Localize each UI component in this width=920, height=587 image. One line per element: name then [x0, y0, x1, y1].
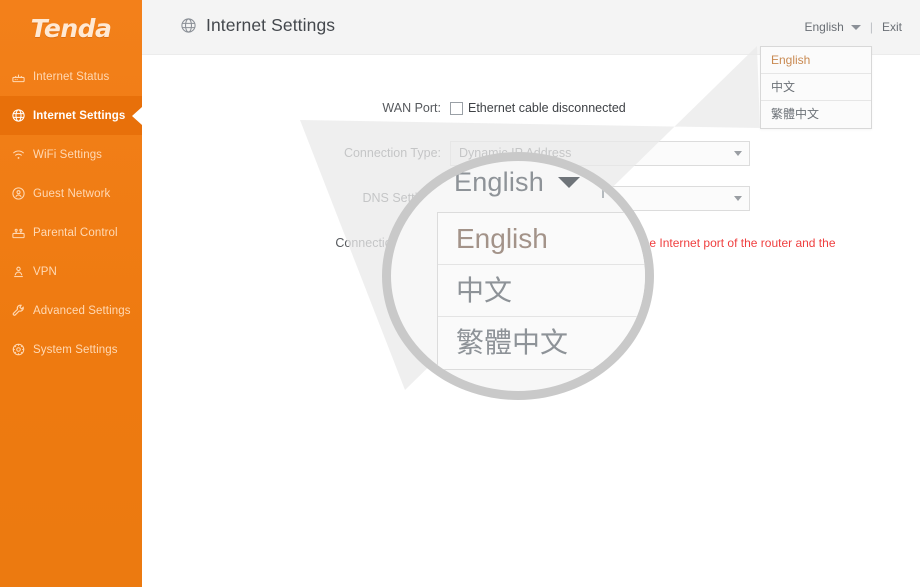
exit-label-fragment [625, 191, 630, 195]
chevron-down-icon[interactable] [850, 24, 861, 30]
guest-network-icon [10, 185, 27, 202]
ethernet-port-icon [450, 101, 463, 115]
sidebar-item-label: Internet Settings [33, 109, 126, 122]
sidebar-item-wifi-settings[interactable]: WiFi Settings [0, 135, 142, 174]
magnified-language-option-english[interactable]: English [438, 213, 645, 265]
exit-button[interactable]: Exit [882, 20, 902, 34]
magnified-language-dropdown[interactable]: English 中文 繁體中文 [437, 212, 645, 370]
magnified-language-current: English [454, 167, 544, 197]
sidebar-item-label: Guest Network [33, 187, 111, 200]
sidebar-item-label: System Settings [33, 343, 118, 356]
page-title-group: Internet Settings [180, 15, 335, 36]
gear-icon [10, 341, 27, 358]
sidebar-item-internet-settings[interactable]: Internet Settings [0, 96, 142, 135]
language-dropdown-menu[interactable]: English 中文 繁體中文 [760, 46, 872, 129]
chevron-down-icon[interactable] [557, 177, 580, 188]
connection-type-label: Connection Type: [343, 146, 441, 160]
language-selector[interactable]: English [805, 20, 844, 34]
chevron-down-icon[interactable] [734, 151, 742, 156]
page-title: Internet Settings [206, 15, 336, 35]
sidebar-item-advanced-settings[interactable]: Advanced Settings [0, 291, 142, 330]
sidebar-item-vpn[interactable]: VPN [0, 252, 142, 291]
sidebar-item-label: Parental Control [33, 226, 118, 239]
sidebar-item-guest-network[interactable]: Guest Network [0, 174, 142, 213]
top-right-controls: English | Exit [805, 20, 903, 34]
sidebar-item-parental-control[interactable]: Parental Control [0, 213, 142, 252]
magnified-language-option-chinese-traditional[interactable]: 繁體中文 [438, 317, 645, 369]
magnified-language-selector[interactable]: English [454, 167, 630, 198]
wan-port-value-group: Ethernet cable disconnected [450, 101, 626, 115]
magnified-language-option-chinese-simplified[interactable]: 中文 [438, 265, 645, 317]
globe-icon [180, 17, 197, 34]
wifi-icon [10, 146, 27, 163]
router-icon [10, 68, 27, 85]
sidebar: Tenda Internet Status Internet Settings … [0, 0, 142, 587]
globe-icon [10, 107, 27, 124]
magnifier-content: English English 中文 繁體中文 [391, 161, 645, 391]
sidebar-item-internet-status[interactable]: Internet Status [0, 57, 142, 96]
separator [601, 167, 604, 198]
separator: | [869, 20, 873, 34]
brand-logo: Tenda [30, 14, 112, 43]
vpn-icon [10, 263, 27, 280]
sidebar-item-label: WiFi Settings [33, 148, 103, 161]
sidebar-item-system-settings[interactable]: System Settings [0, 330, 142, 369]
magnifier-overlay: English English 中文 繁體中文 [382, 152, 654, 400]
wrench-icon [10, 302, 27, 319]
wan-port-label: WAN Port: [382, 101, 441, 115]
chevron-down-icon[interactable] [734, 196, 742, 201]
sidebar-item-label: Advanced Settings [33, 304, 131, 317]
language-option-english[interactable]: English [761, 47, 871, 74]
parental-control-icon [10, 224, 27, 241]
sidebar-item-label: VPN [33, 265, 57, 278]
language-option-chinese-simplified[interactable]: 中文 [761, 74, 871, 101]
sidebar-item-label: Internet Status [33, 70, 110, 83]
language-option-chinese-traditional[interactable]: 繁體中文 [761, 101, 871, 128]
wan-port-status-text: Ethernet cable disconnected [468, 101, 626, 115]
top-bar: Internet Settings English | Exit English… [142, 0, 920, 129]
